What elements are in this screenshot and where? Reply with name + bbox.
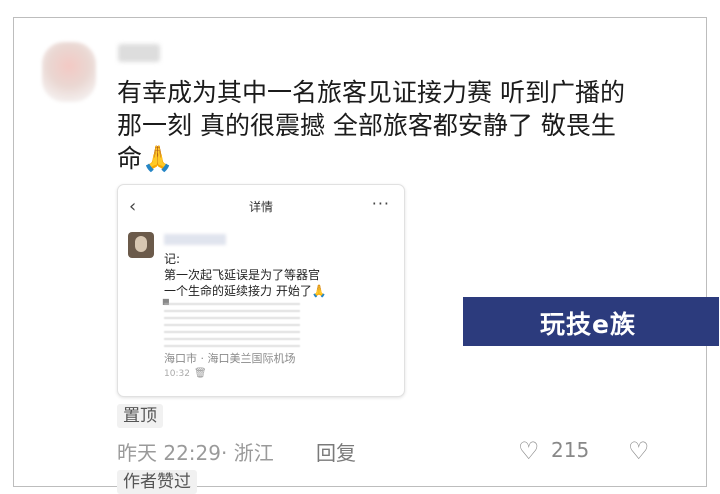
- card-header: ‹ 详情 ···: [118, 185, 404, 227]
- comment-line-1: 有幸成为其中一名旅客见证接力赛 听到广播的: [117, 78, 625, 107]
- watermark-banner: 玩技e族: [463, 297, 719, 346]
- post-location: 海口市 · 海口美兰国际机场: [164, 352, 296, 365]
- author-liked-tag: 作者赞过: [117, 470, 197, 494]
- post-line-2: 第一次起飞延误是为了等器官: [164, 268, 321, 282]
- card-title: 详情: [248, 200, 273, 214]
- trash-icon[interactable]: 🗑: [194, 368, 207, 379]
- comment-meta: 昨天 22:29· 浙江: [117, 441, 274, 465]
- username-blurred[interactable]: [118, 44, 160, 62]
- post-author-name-blurred: [164, 234, 226, 245]
- quoted-text-blurred: [164, 303, 300, 347]
- like-count: 215: [551, 438, 590, 462]
- post-line-3: 一个生命的延续接力 开始了🙏: [164, 284, 327, 298]
- post-author-avatar: [128, 232, 154, 258]
- comment-line-2: 那一刻 真的很震撼 全部旅客都安静了 敬畏生: [117, 111, 616, 140]
- post-text: 记: 第一次起飞延误是为了等器官 一个生命的延续接力 开始了🙏: [164, 251, 327, 299]
- comment-text: 有幸成为其中一名旅客见证接力赛 听到广播的 那一刻 真的很震撼 全部旅客都安静了…: [117, 76, 657, 175]
- broken-heart-icon[interactable]: ♡: [628, 437, 650, 465]
- reply-button[interactable]: 回复: [316, 437, 356, 466]
- watermark-text: 玩技e族: [540, 310, 636, 339]
- heart-icon[interactable]: ♡: [518, 437, 540, 465]
- user-avatar[interactable]: [42, 42, 96, 102]
- pinned-tag: 置顶: [117, 404, 163, 428]
- more-options-icon[interactable]: ···: [372, 194, 390, 213]
- post-time: 10:32: [164, 369, 190, 379]
- post-line-1: 记:: [164, 252, 181, 266]
- attached-screenshot-card[interactable]: ‹ 详情 ··· 记: 第一次起飞延误是为了等器官 一个生命的延续接力 开始了🙏…: [117, 184, 405, 397]
- comment-line-3: 命🙏: [117, 144, 174, 173]
